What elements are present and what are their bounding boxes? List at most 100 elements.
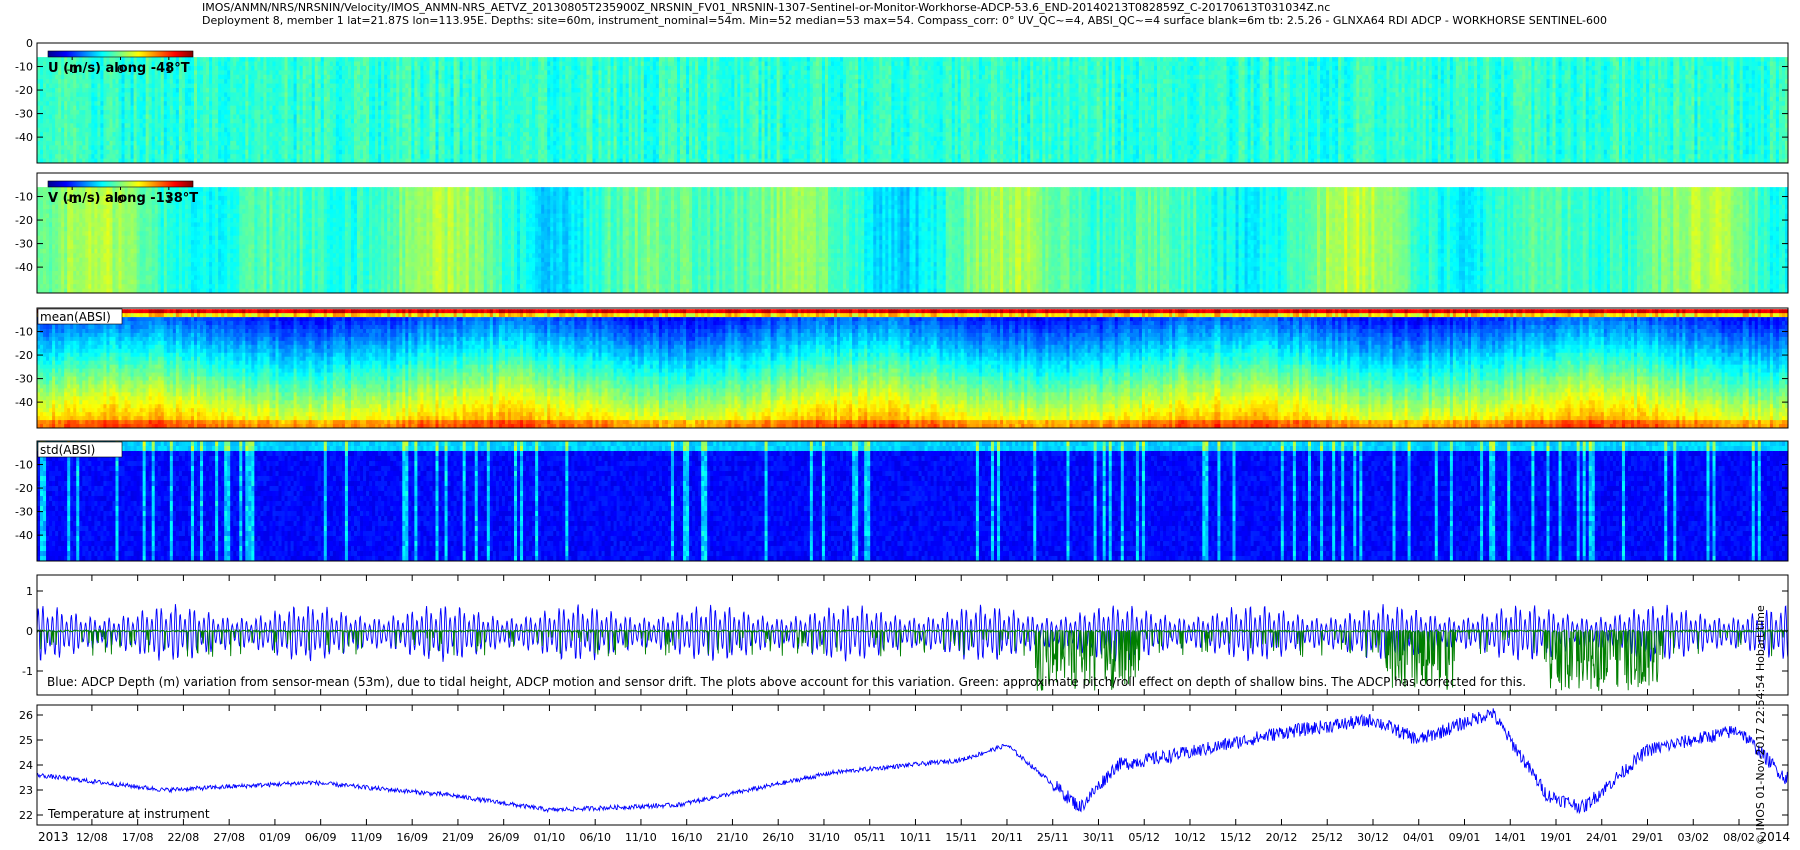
heatmap-cell [309, 123, 312, 128]
heatmap-cell [167, 97, 170, 102]
heatmap-cell [330, 106, 333, 111]
heatmap-cell [179, 79, 182, 84]
heatmap-cell [106, 106, 109, 111]
heatmap-cell [242, 70, 245, 75]
heatmap-cell [303, 84, 306, 89]
heatmap-cell [115, 101, 118, 106]
heatmap-cell [245, 70, 248, 75]
heatmap-cell [233, 119, 236, 124]
heatmap-cell [200, 123, 203, 128]
heatmap-cell [40, 132, 43, 137]
heatmap-cell [339, 106, 342, 111]
heatmap-cell [215, 92, 218, 97]
heatmap-cell [327, 145, 330, 150]
heatmap-cell [312, 92, 315, 97]
heatmap-cell [227, 88, 230, 93]
heatmap-cell [128, 132, 131, 137]
heatmap-cell [43, 70, 46, 75]
heatmap-cell [215, 79, 218, 84]
heatmap-cell [348, 66, 351, 71]
heatmap-cell [221, 88, 224, 93]
heatmap-cell [73, 119, 76, 124]
heatmap-cell [170, 119, 173, 124]
heatmap-cell [146, 84, 149, 89]
heatmap-cell [336, 62, 339, 67]
heatmap-cell [76, 84, 79, 89]
heatmap-cell [285, 62, 288, 67]
heatmap-cell [155, 106, 158, 111]
heatmap-cell [119, 110, 122, 115]
heatmap-cell [40, 114, 43, 119]
heatmap-cell [52, 88, 55, 93]
heatmap-cell [49, 150, 52, 155]
heatmap-cell [357, 70, 360, 75]
heatmap-cell [167, 141, 170, 146]
heatmap-cell [242, 84, 245, 89]
heatmap-cell [167, 128, 170, 133]
heatmap-cell [248, 137, 251, 142]
heatmap-cell [269, 114, 272, 119]
heatmap-cell [357, 145, 360, 150]
heatmap-cell [61, 92, 64, 97]
heatmap-cell [112, 114, 115, 119]
heatmap-cell [227, 123, 230, 128]
heatmap-cell [161, 88, 164, 93]
heatmap-cell [357, 66, 360, 71]
heatmap-cell [312, 119, 315, 124]
heatmap-cell [182, 119, 185, 124]
heatmap-cell [76, 141, 79, 146]
heatmap-cell [224, 84, 227, 89]
heatmap-cell [242, 101, 245, 106]
heatmap-cell [309, 88, 312, 93]
heatmap-cell [182, 101, 185, 106]
heatmap-cell [52, 114, 55, 119]
heatmap-cell [152, 92, 155, 97]
heatmap-cell [179, 132, 182, 137]
heatmap-cell [360, 128, 363, 133]
heatmap-cell [230, 79, 233, 84]
heatmap-cell [94, 88, 97, 93]
heatmap-cell [194, 62, 197, 67]
heatmap-cell [76, 150, 79, 155]
heatmap-cell [85, 119, 88, 124]
heatmap-cell [103, 145, 106, 150]
heatmap-cell [49, 101, 52, 106]
heatmap-cell [276, 79, 279, 84]
heatmap-cell [227, 70, 230, 75]
heatmap-cell [336, 88, 339, 93]
heatmap-cell [260, 62, 263, 67]
heatmap-cell [279, 128, 282, 133]
heatmap-cell [206, 137, 209, 142]
heatmap-cell [209, 114, 212, 119]
heatmap-cell [94, 101, 97, 106]
heatmap-cell [67, 110, 70, 115]
heatmap-cell [167, 106, 170, 111]
heatmap-cell [254, 110, 257, 115]
heatmap-cell [236, 62, 239, 67]
heatmap-cell [251, 123, 254, 128]
heatmap-cell [61, 128, 64, 133]
heatmap-cell [206, 119, 209, 124]
heatmap-cell [348, 92, 351, 97]
heatmap-cell [203, 75, 206, 80]
heatmap-cell [269, 62, 272, 67]
heatmap-cell [85, 123, 88, 128]
heatmap-cell [282, 145, 285, 150]
heatmap-cell [260, 154, 263, 159]
heatmap-cell [257, 106, 260, 111]
heatmap-cell [285, 66, 288, 71]
heatmap-cell [46, 132, 49, 137]
heatmap-cell [209, 84, 212, 89]
heatmap-cell [200, 101, 203, 106]
heatmap-cell [357, 114, 360, 119]
heatmap-cell [106, 154, 109, 159]
heatmap-cell [94, 119, 97, 124]
heatmap-cell [236, 110, 239, 115]
heatmap-cell [146, 150, 149, 155]
heatmap-cell [333, 128, 336, 133]
heatmap-cell [131, 110, 134, 115]
heatmap-cell [203, 79, 206, 84]
heatmap-cell [58, 137, 61, 142]
heatmap-cell [131, 150, 134, 155]
heatmap-cell [348, 114, 351, 119]
